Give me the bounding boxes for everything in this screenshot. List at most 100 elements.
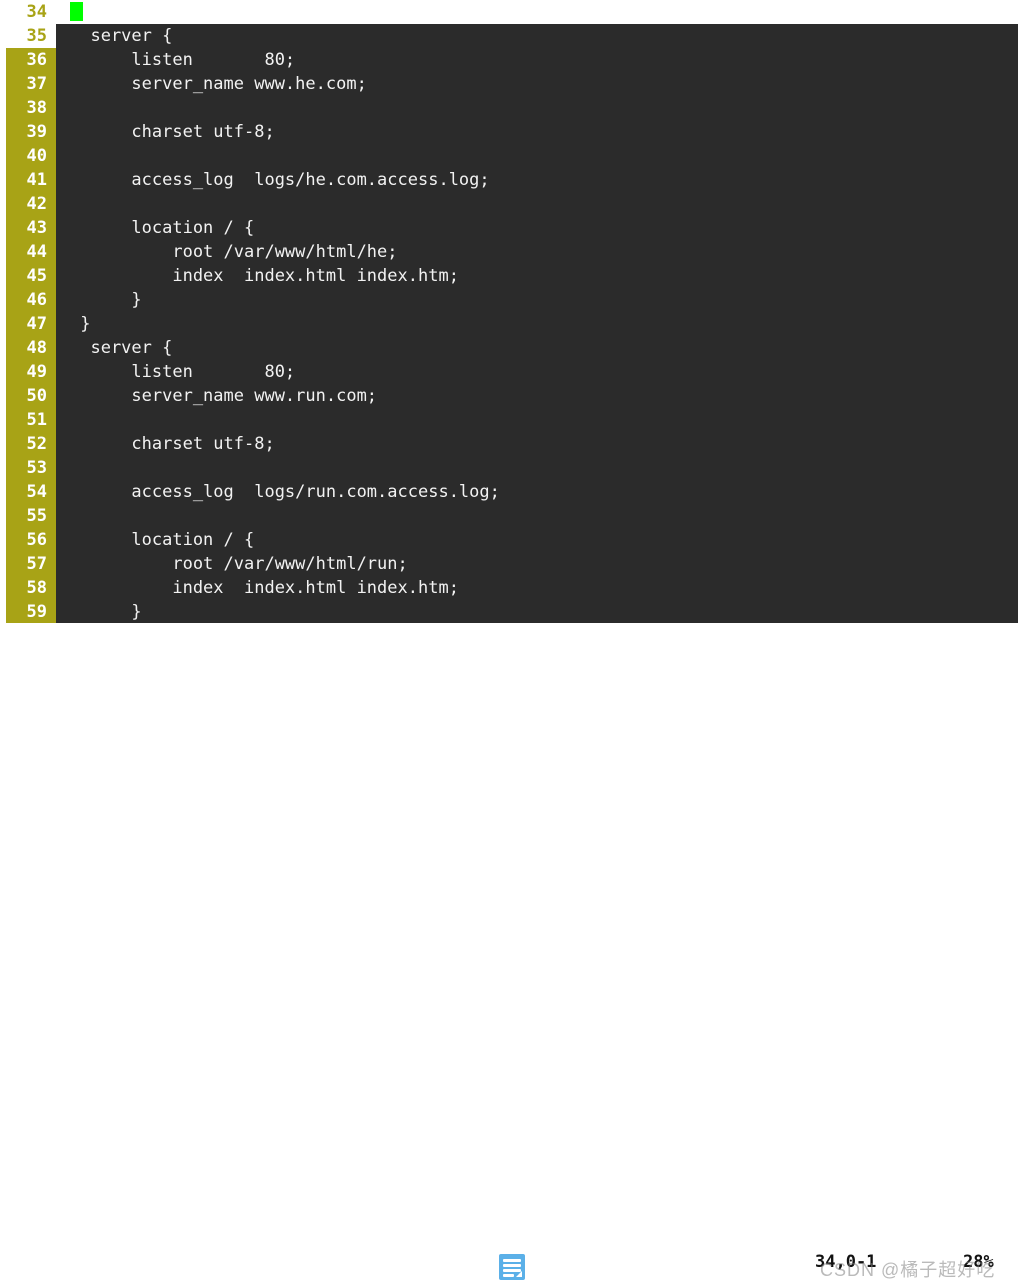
editor-line[interactable]: 45 index index.html index.htm; — [0, 264, 1018, 288]
line-content[interactable]: listen 80; — [56, 360, 1018, 384]
editor-line[interactable]: 40 — [0, 144, 1018, 168]
line-content[interactable]: location / { — [56, 528, 1018, 552]
line-text: charset utf-8; — [70, 122, 275, 142]
editor-line[interactable]: 36 listen 80; — [0, 48, 1018, 72]
line-content[interactable]: index index.html index.htm; — [56, 264, 1018, 288]
line-text: access_log logs/he.com.access.log; — [70, 170, 490, 190]
line-number: 51 — [6, 408, 56, 432]
editor-line[interactable]: 55 — [0, 504, 1018, 528]
text-cursor — [70, 1, 83, 21]
editor-line[interactable]: 35 server { — [0, 24, 1018, 48]
line-number: 49 — [6, 360, 56, 384]
line-text: index index.html index.htm; — [70, 266, 459, 286]
editor-line[interactable]: 38 — [0, 96, 1018, 120]
icon-corner-fold — [516, 1271, 522, 1277]
line-content[interactable] — [56, 504, 1018, 528]
editor-line[interactable]: 54 access_log logs/run.com.access.log; — [0, 480, 1018, 504]
line-content[interactable] — [56, 192, 1018, 216]
line-content[interactable] — [56, 456, 1018, 480]
line-text: root /var/www/html/he; — [70, 242, 398, 262]
line-content[interactable]: server_name www.run.com; — [56, 384, 1018, 408]
text-editor-viewport[interactable]: 34 35 server {36 listen 80; 37 server_name… — [0, 0, 1018, 623]
editor-line[interactable]: 43 location / { — [0, 216, 1018, 240]
line-text: index index.html index.htm; — [70, 578, 459, 598]
line-text: server { — [70, 26, 173, 46]
editor-line[interactable]: 57 root /var/www/html/run; — [0, 552, 1018, 576]
editor-line[interactable]: 52 charset utf-8; — [0, 432, 1018, 456]
editor-line[interactable]: 44 root /var/www/html/he; — [0, 240, 1018, 264]
line-number: 59 — [6, 600, 56, 623]
line-text: location / { — [70, 218, 255, 238]
line-content[interactable]: listen 80; — [56, 48, 1018, 72]
line-number: 38 — [6, 96, 56, 120]
editor-line[interactable]: 53 — [0, 456, 1018, 480]
line-number: 41 — [6, 168, 56, 192]
line-text: listen 80; — [70, 362, 296, 382]
status-bar: 34,0-1 28% CSDN @橘子超好吃 — [0, 623, 1018, 1280]
line-number: 35 — [6, 24, 56, 48]
line-number: 56 — [6, 528, 56, 552]
line-content[interactable] — [56, 144, 1018, 168]
cursor-position-ruler: 34,0-1 — [815, 1252, 877, 1272]
editor-line[interactable]: 41 access_log logs/he.com.access.log; — [0, 168, 1018, 192]
editor-line[interactable]: 48 server { — [0, 336, 1018, 360]
editor-line[interactable]: 34 — [0, 0, 1018, 24]
editor-line[interactable]: 49 listen 80; — [0, 360, 1018, 384]
editor-line[interactable]: 50 server_name www.run.com; — [0, 384, 1018, 408]
line-text: server { — [70, 338, 173, 358]
line-text: location / { — [70, 530, 255, 550]
line-number: 53 — [6, 456, 56, 480]
icon-line-2 — [503, 1264, 521, 1267]
line-content[interactable]: server { — [56, 336, 1018, 360]
line-content[interactable]: server_name www.he.com; — [56, 72, 1018, 96]
line-content[interactable]: index index.html index.htm; — [56, 576, 1018, 600]
line-text: server_name www.run.com; — [70, 386, 378, 406]
line-content[interactable]: root /var/www/html/he; — [56, 240, 1018, 264]
line-number: 39 — [6, 120, 56, 144]
line-number: 55 — [6, 504, 56, 528]
line-text: access_log logs/run.com.access.log; — [70, 482, 500, 502]
line-number: 45 — [6, 264, 56, 288]
line-content[interactable]: access_log logs/run.com.access.log; — [56, 480, 1018, 504]
scroll-percent-indicator: 28% — [963, 1252, 994, 1272]
line-number: 50 — [6, 384, 56, 408]
line-content[interactable]: access_log logs/he.com.access.log; — [56, 168, 1018, 192]
editor-line[interactable]: 56 location / { — [0, 528, 1018, 552]
line-content[interactable]: root /var/www/html/run; — [56, 552, 1018, 576]
line-number: 34 — [6, 0, 56, 24]
line-content[interactable]: charset utf-8; — [56, 432, 1018, 456]
input-method-document-icon[interactable] — [499, 1254, 525, 1280]
editor-line[interactable]: 46 } — [0, 288, 1018, 312]
line-number: 42 — [6, 192, 56, 216]
line-content[interactable]: } — [56, 312, 1018, 336]
line-number: 52 — [6, 432, 56, 456]
line-content[interactable]: } — [56, 288, 1018, 312]
line-number: 57 — [6, 552, 56, 576]
line-content[interactable]: server { — [56, 24, 1018, 48]
line-number: 44 — [6, 240, 56, 264]
line-number: 46 — [6, 288, 56, 312]
editor-line[interactable]: 58 index index.html index.htm; — [0, 576, 1018, 600]
editor-line[interactable]: 39 charset utf-8; — [0, 120, 1018, 144]
editor-line[interactable]: 47 } — [0, 312, 1018, 336]
editor-line[interactable]: 42 — [0, 192, 1018, 216]
icon-line-4 — [503, 1274, 514, 1277]
line-text: } — [70, 290, 142, 310]
line-content[interactable]: charset utf-8; — [56, 120, 1018, 144]
line-content[interactable] — [56, 0, 1018, 24]
line-text: } — [70, 602, 142, 622]
line-number: 36 — [6, 48, 56, 72]
editor-line[interactable]: 37 server_name www.he.com; — [0, 72, 1018, 96]
line-number: 54 — [6, 480, 56, 504]
line-number: 58 — [6, 576, 56, 600]
line-content[interactable]: location / { — [56, 216, 1018, 240]
editor-line[interactable]: 59 } — [0, 600, 1018, 623]
line-content[interactable] — [56, 408, 1018, 432]
line-content[interactable]: } — [56, 600, 1018, 623]
icon-line-1 — [503, 1259, 521, 1262]
editor-line[interactable]: 51 — [0, 408, 1018, 432]
line-text: server_name www.he.com; — [70, 74, 367, 94]
line-content[interactable] — [56, 96, 1018, 120]
line-number: 48 — [6, 336, 56, 360]
line-number: 47 — [6, 312, 56, 336]
